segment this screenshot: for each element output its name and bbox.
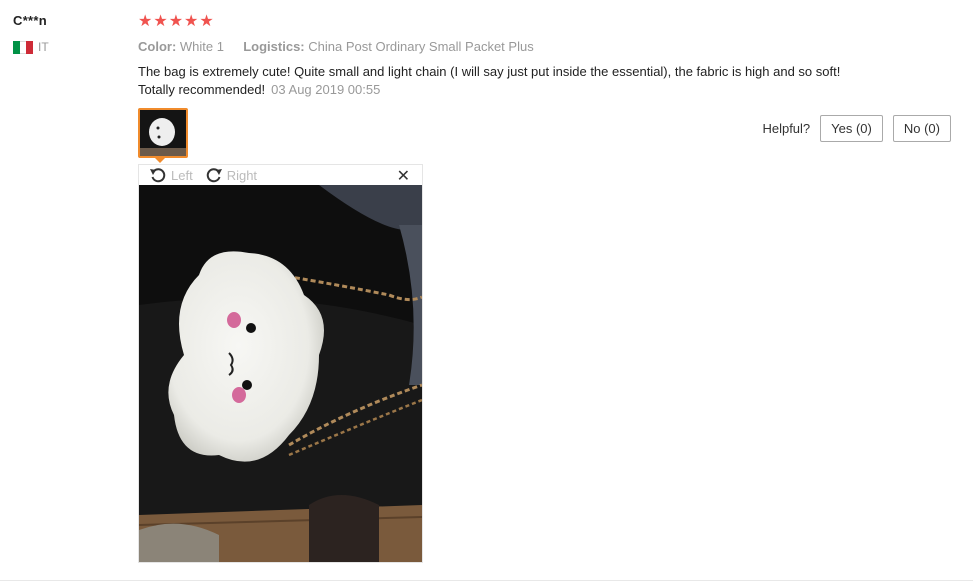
star-icon: ★ xyxy=(168,13,184,30)
rotate-left-label[interactable]: Left xyxy=(171,168,193,183)
rotate-right-label[interactable]: Right xyxy=(227,168,257,183)
star-icon: ★ xyxy=(138,13,153,30)
thumbnail-pointer xyxy=(154,157,166,163)
review-text: The bag is extremely cute! Quite small a… xyxy=(138,63,858,99)
user-country: IT xyxy=(13,40,49,54)
review-body: The bag is extremely cute! Quite small a… xyxy=(138,64,841,97)
star-icon: ★ xyxy=(153,13,168,30)
star-rating: ★ ★ ★ ★ ★ xyxy=(138,13,214,31)
helpful-no-button[interactable]: No (0) xyxy=(892,115,951,142)
product-attributes: Color: White 1 Logistics: China Post Ord… xyxy=(138,39,534,54)
helpful-section: Helpful? Yes (0) No (0) xyxy=(762,115,951,142)
review-photo xyxy=(139,185,422,562)
attr-logistics-key: Logistics: xyxy=(243,39,305,54)
review-date: 03 Aug 2019 00:55 xyxy=(271,82,381,97)
review-item: C***n IT ★ ★ ★ ★ ★ Color: White 1 Logist… xyxy=(0,0,973,583)
helpful-label: Helpful? xyxy=(762,121,811,136)
viewer-toolbar: Left Right ✕ xyxy=(139,165,422,185)
attr-color-key: Color: xyxy=(138,39,177,54)
flag-icon xyxy=(13,40,34,54)
star-icon: ★ xyxy=(184,13,199,30)
helpful-yes-button[interactable]: Yes (0) xyxy=(820,115,883,142)
country-code: IT xyxy=(38,40,49,54)
attr-color-value: White 1 xyxy=(179,39,224,54)
user-name: C***n xyxy=(13,13,48,28)
rotate-right-icon[interactable] xyxy=(205,167,223,183)
review-photo-thumbnail[interactable] xyxy=(138,108,188,158)
close-icon[interactable]: ✕ xyxy=(397,166,410,186)
review-divider xyxy=(0,580,973,581)
star-icon: ★ xyxy=(199,13,214,30)
photo-viewer: Left Right ✕ xyxy=(138,164,423,563)
attr-logistics-value: China Post Ordinary Small Packet Plus xyxy=(308,39,534,54)
rotate-left-icon[interactable] xyxy=(149,167,167,183)
